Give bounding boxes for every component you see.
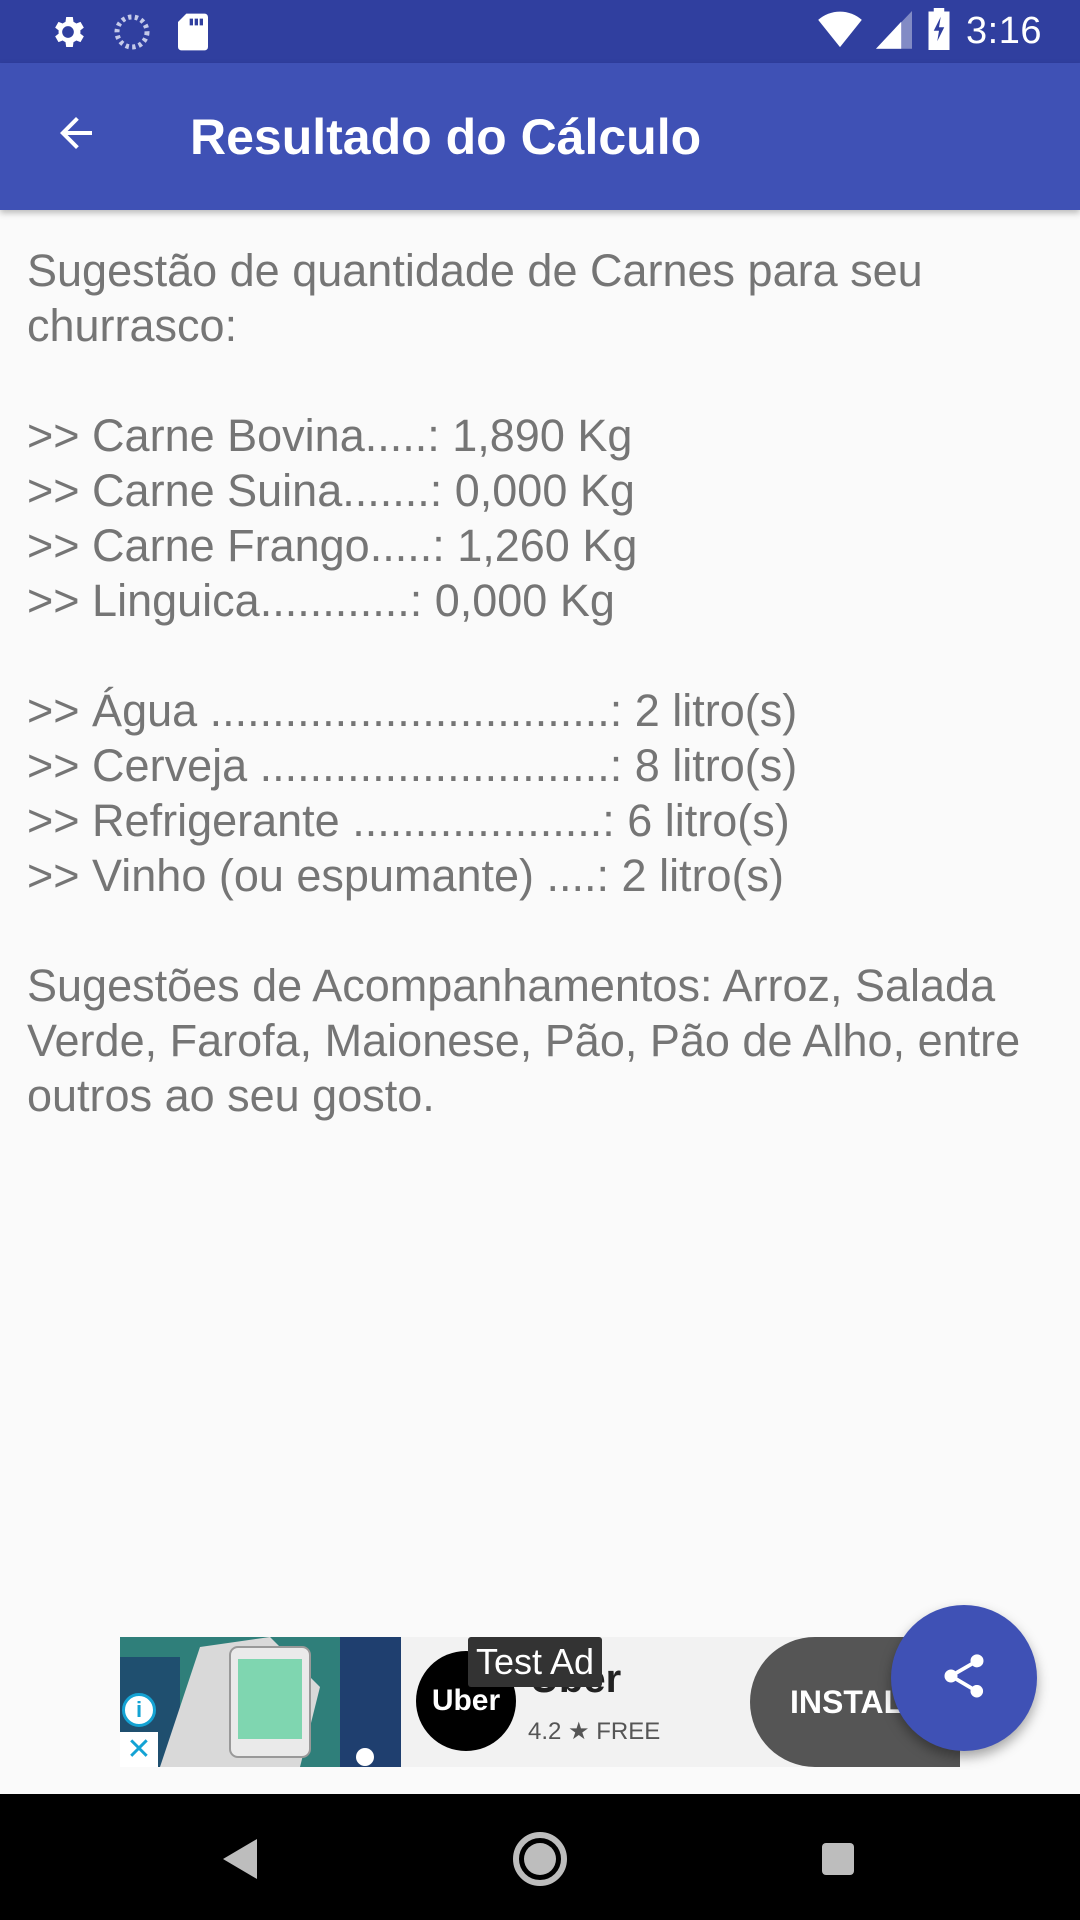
sides-paragraph: Sugestões de Acompanhamentos: Arroz, Sal… [27, 958, 1057, 1123]
status-bar: 3:16 [0, 0, 1080, 63]
drink-item: >> Cerveja ............................:… [27, 740, 798, 791]
wifi-icon [818, 9, 862, 54]
battery-charging-icon [926, 8, 952, 55]
recents-square-icon[interactable] [803, 1824, 873, 1894]
sides-line: Sugestões de Acompanhamentos: Arroz, Sal… [27, 960, 996, 1011]
sides-line: outros ao seu gosto. [27, 1070, 435, 1121]
drink-item: >> Água ................................… [27, 685, 798, 736]
drink-list: >> Água ................................… [27, 683, 1057, 903]
settings-icon [48, 12, 88, 57]
intro-paragraph: Sugestão de quantidade de Carnes para se… [27, 243, 1057, 353]
intro-line: Sugestão de quantidade de Carnes para se… [27, 245, 923, 296]
drink-item: >> Refrigerante ....................: 6 … [27, 795, 790, 846]
sides-line: Verde, Farofa, Maionese, Pão, Pão de Alh… [27, 1015, 1021, 1066]
page-title: Resultado do Cálculo [190, 109, 702, 165]
share-icon [938, 1650, 990, 1707]
share-button[interactable] [891, 1605, 1037, 1751]
info-icon[interactable]: i [122, 1693, 156, 1727]
meat-list: >> Carne Bovina.....: 1,890 Kg >> Carne … [27, 408, 1057, 628]
status-time: 3:16 [966, 10, 1042, 52]
close-icon[interactable]: ✕ [120, 1732, 158, 1767]
ad-image [120, 1637, 401, 1767]
drink-item: >> Vinho (ou espumante) ....: 2 litro(s) [27, 850, 785, 901]
navigation-bar [0, 1794, 1080, 1920]
sd-card-icon [176, 12, 210, 57]
test-ad-label: Test Ad [468, 1637, 603, 1687]
back-button[interactable] [44, 103, 108, 167]
meat-item: >> Carne Suina.......: 0,000 Kg [27, 465, 635, 516]
ad-banner[interactable]: i ✕ Uber Uber 4.2 ★ FREE Test Ad INSTAL [120, 1637, 960, 1767]
home-circle-icon[interactable] [505, 1824, 575, 1894]
intro-line: churrasco: [27, 300, 238, 351]
ad-rating: 4.2 ★ FREE [528, 1718, 661, 1745]
sync-icon [112, 12, 152, 57]
arrow-back-icon [52, 109, 100, 162]
signal-icon [876, 9, 913, 54]
result-text: Sugestão de quantidade de Carnes para se… [27, 243, 1057, 1123]
meat-item: >> Carne Bovina.....: 1,890 Kg [27, 410, 633, 461]
meat-item: >> Carne Frango.....: 1,260 Kg [27, 520, 638, 571]
back-triangle-icon[interactable] [206, 1824, 276, 1894]
meat-item: >> Linguica............: 0,000 Kg [27, 575, 615, 626]
app-bar: Resultado do Cálculo [0, 63, 1080, 210]
